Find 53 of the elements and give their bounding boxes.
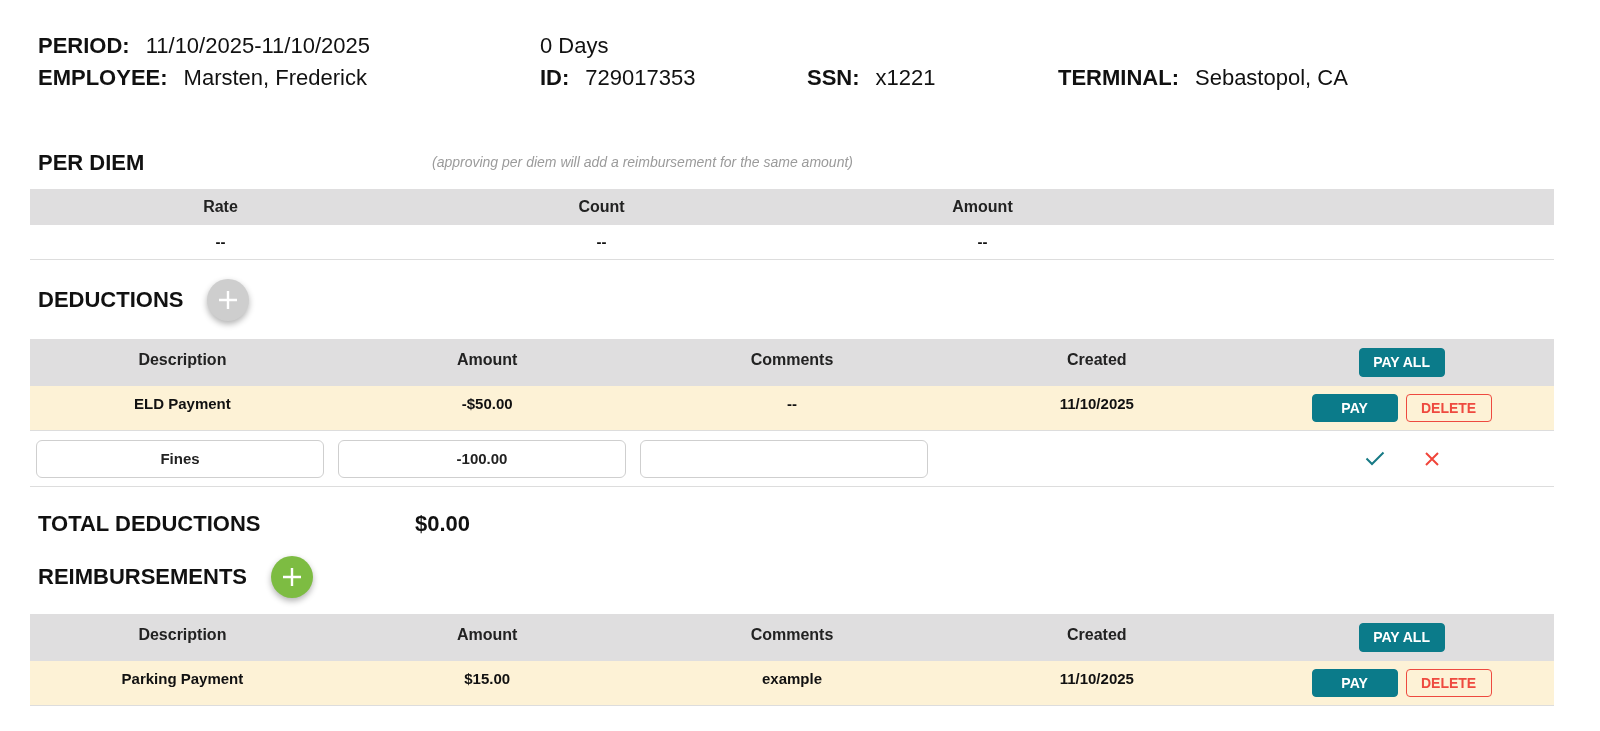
delete-button[interactable]: DELETE [1405, 394, 1492, 422]
column-header: Amount [455, 625, 519, 645]
column-header: Amount [951, 197, 1014, 217]
field-label: EMPLOYEE: [38, 63, 168, 92]
plus-icon [218, 289, 239, 310]
column-header: Created [1066, 625, 1128, 645]
table-cell-text: 11/10/2025 [1058, 394, 1135, 414]
section-title: DEDUCTIONS [38, 286, 184, 314]
column-header: Count [577, 197, 626, 217]
add-button[interactable] [271, 555, 313, 598]
table-cell-text: -- [976, 231, 989, 252]
table-cell-text: -- [786, 394, 798, 414]
field-label: TERMINAL: [1058, 63, 1179, 92]
table-cell-text: example [760, 669, 823, 689]
field-value: Marsten, Frederick [183, 63, 367, 92]
field-value: Sebastopol, CA [1195, 63, 1348, 92]
plus-icon [282, 566, 302, 587]
pay-button[interactable]: PAY [1311, 669, 1398, 697]
table-cell-text: ELD Payment [133, 394, 232, 414]
column-header: Description [137, 350, 228, 370]
column-header: Rate [202, 197, 239, 217]
table-cell-text: -$50.00 [460, 394, 514, 414]
pay-all-button[interactable]: PAY ALL [1358, 623, 1445, 652]
field-label: PERIOD: [38, 31, 130, 60]
table-cell-text: Parking Payment [120, 669, 245, 689]
pay-all-button[interactable]: PAY ALL [1358, 348, 1445, 377]
field-label: SSN: [807, 63, 860, 92]
input-field[interactable]: -100.00 [338, 439, 626, 478]
field-value: 0 Days [540, 31, 609, 60]
column-header: Comments [749, 625, 835, 645]
check-icon[interactable] [1364, 451, 1385, 466]
field-value: 11/10/2025-11/10/2025 [145, 31, 370, 60]
table-cell-text: $15.00 [463, 669, 512, 689]
input-field[interactable]: Fines [36, 439, 324, 478]
note-text: (approving per diem will add a reimbursement for the same amount) [432, 152, 853, 172]
total-value: $0.00 [415, 509, 471, 538]
close-icon[interactable] [1424, 451, 1439, 466]
table-cell-text: -- [214, 231, 227, 252]
table-cell-text: -- [595, 231, 608, 252]
field-value: x1221 [875, 63, 936, 92]
input-field[interactable] [640, 439, 928, 478]
section-title: PER DIEM [38, 148, 146, 177]
table-cell-text: 11/10/2025 [1058, 669, 1135, 689]
column-header: Amount [455, 350, 519, 370]
field-value: 729017353 [585, 63, 696, 92]
column-header: Created [1066, 350, 1128, 370]
section-title: REIMBURSEMENTS [38, 563, 247, 591]
total-label: TOTAL DEDUCTIONS [38, 509, 262, 538]
delete-button[interactable]: DELETE [1405, 669, 1492, 697]
column-header: Description [137, 625, 228, 645]
field-label: ID: [540, 63, 570, 92]
column-header: Comments [749, 350, 835, 370]
pay-button[interactable]: PAY [1311, 394, 1398, 422]
